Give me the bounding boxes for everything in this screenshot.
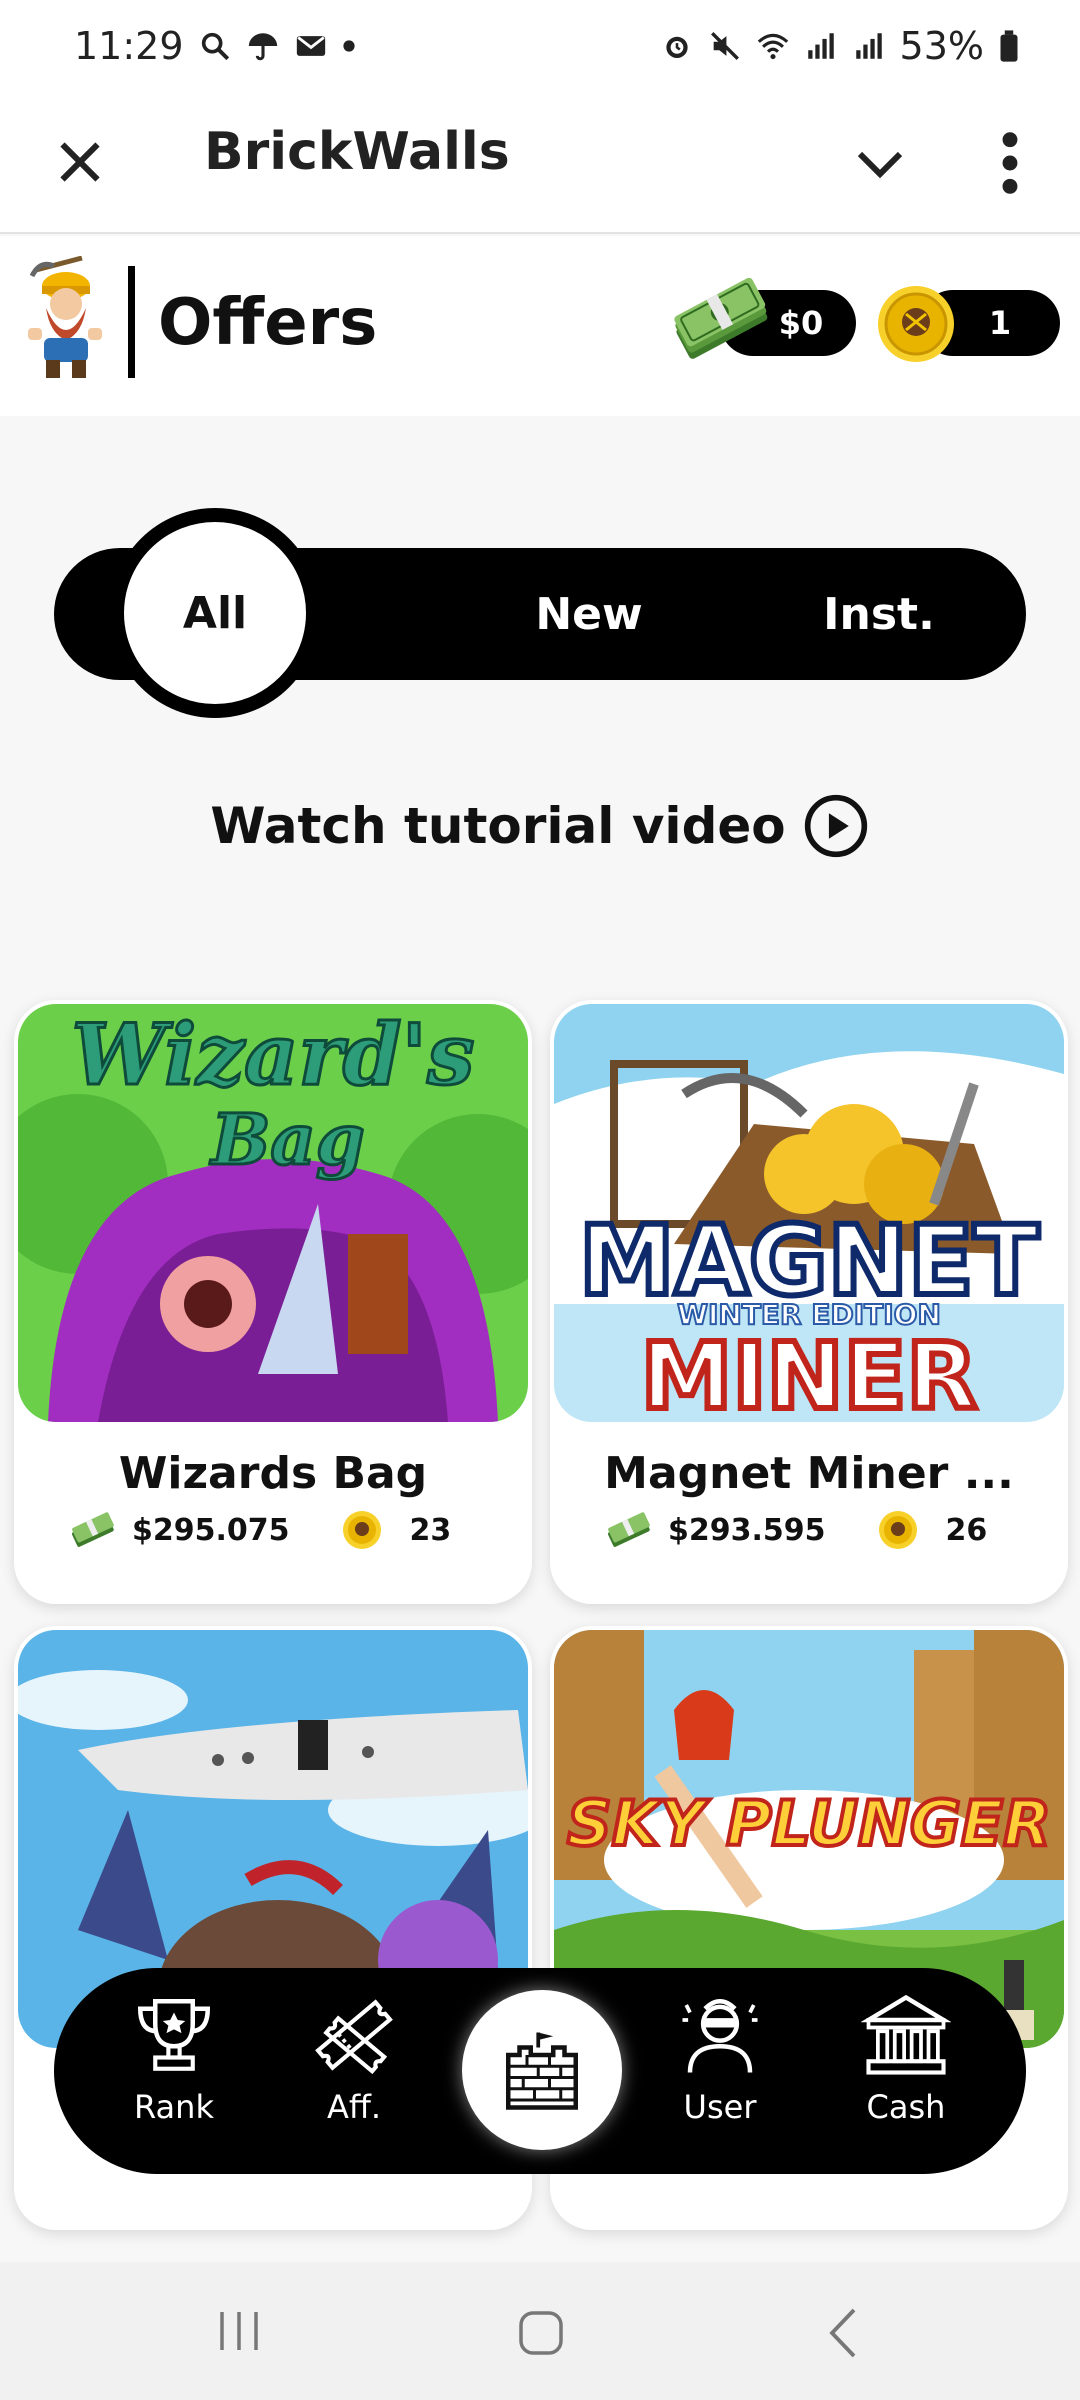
recent-apps-icon[interactable] <box>214 2308 264 2354</box>
coin-icon <box>342 1511 381 1549</box>
bank-icon <box>861 1994 951 2075</box>
user-avatar-icon <box>682 1999 758 2073</box>
tutorial-link[interactable]: Watch tutorial video <box>0 790 1080 862</box>
mail-icon <box>296 36 325 56</box>
signal-icon <box>855 33 882 59</box>
tickets-icon <box>315 1999 393 2075</box>
offer-thumbnail: MAGNET WINTER EDITION MINER <box>554 1004 1064 1422</box>
offer-coins: 23 <box>409 1512 452 1548</box>
offer-coins: 26 <box>945 1512 988 1548</box>
back-icon[interactable] <box>824 2306 864 2360</box>
mute-icon <box>710 32 739 60</box>
offer-price: $293.595 <box>668 1512 826 1548</box>
nav-home[interactable] <box>462 1990 622 2150</box>
cash-stack-icon <box>607 1512 650 1547</box>
nav-cash[interactable]: Cash <box>846 1990 966 2160</box>
coin-icon <box>878 1511 917 1549</box>
nav-rank[interactable]: Rank <box>114 1990 234 2160</box>
offer-stats: $293.595 26 <box>606 1510 987 1550</box>
offer-stats: $295.075 23 <box>70 1510 451 1550</box>
offer-card-wizards-bag[interactable]: Wizard's Bag Wizards Bag $295.075 23 <box>14 1000 532 1604</box>
filter-all[interactable]: All <box>110 508 320 718</box>
trophy-icon <box>137 1999 211 2071</box>
nav-user[interactable]: User <box>660 1990 780 2160</box>
cash-stack-icon <box>674 278 768 359</box>
nav-rank-label: Rank <box>134 2088 214 2126</box>
miner-mascot-icon <box>28 256 102 378</box>
offer-price: $295.075 <box>132 1512 290 1548</box>
home-icon[interactable] <box>516 2308 566 2358</box>
tutorial-label: Watch tutorial video <box>210 797 786 855</box>
system-nav-bar <box>0 2262 1080 2400</box>
cash-stack-icon <box>71 1512 114 1547</box>
search-icon <box>201 32 229 61</box>
cash-balance-value: $0 <box>778 304 824 342</box>
alarm-icon <box>665 36 688 59</box>
status-time: 11:29 <box>74 24 184 68</box>
coin-icon <box>878 286 954 362</box>
nav-cash-label: Cash <box>866 2088 946 2126</box>
signal-icon <box>807 33 834 59</box>
page-title: Offers <box>158 286 378 360</box>
filter-new[interactable]: New <box>434 548 744 680</box>
coin-balance-value: 1 <box>988 304 1012 342</box>
brick-castle-icon <box>506 2032 578 2110</box>
app-bar: BrickWalls <box>0 92 1080 234</box>
header-divider <box>128 266 135 378</box>
offer-name: Wizards Bag <box>118 1448 428 1499</box>
svg-text:MINER: MINER <box>641 1323 977 1422</box>
offer-thumbnail: Wizard's Bag <box>18 1004 528 1422</box>
svg-text:Wizard's: Wizard's <box>72 1005 475 1104</box>
more-vertical-icon[interactable] <box>990 128 1030 198</box>
battery-percent: 53% <box>899 24 984 68</box>
chevron-down-icon[interactable] <box>850 134 910 194</box>
play-circle-icon <box>804 794 867 858</box>
filter-instant[interactable]: Inst. <box>734 548 1024 680</box>
offer-card-magnet-miner[interactable]: MAGNET WINTER EDITION MINER Magnet Miner… <box>550 1000 1068 1604</box>
nav-user-label: User <box>683 2088 757 2126</box>
offer-name: Magnet Miner ... <box>604 1448 1014 1499</box>
svg-text:SKY PLUNGER: SKY PLUNGER <box>567 1787 1051 1860</box>
umbrella-icon <box>248 33 277 61</box>
nav-affiliate[interactable]: Aff. <box>294 1990 414 2160</box>
battery-icon <box>1000 30 1018 62</box>
close-icon[interactable] <box>50 132 110 192</box>
status-bar: 11:29 53% <box>0 0 1080 92</box>
app-title: BrickWalls <box>204 122 510 182</box>
wifi-icon <box>757 33 788 60</box>
nav-aff-label: Aff. <box>326 2088 382 2126</box>
dot-icon <box>342 40 355 52</box>
svg-text:Bag: Bag <box>209 1098 364 1181</box>
